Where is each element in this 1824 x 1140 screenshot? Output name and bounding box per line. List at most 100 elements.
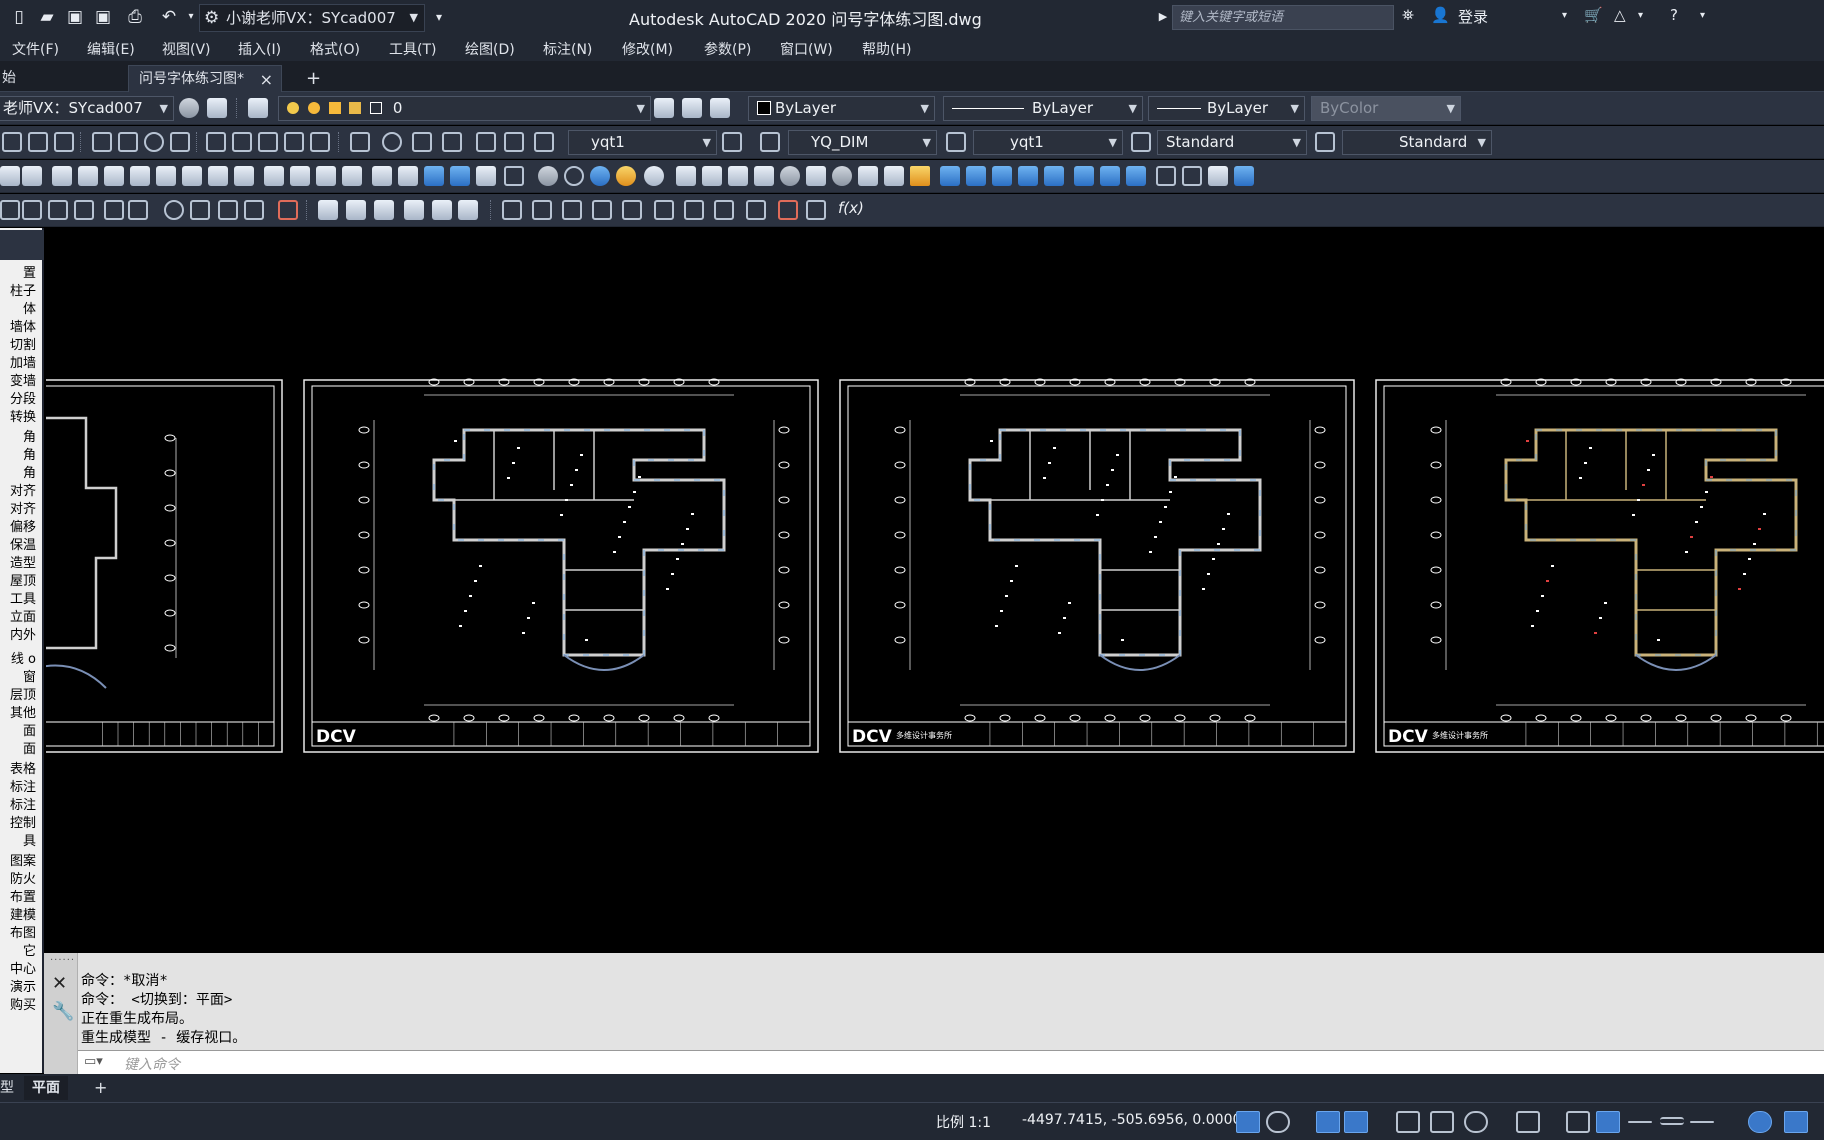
mleader-style-icon[interactable]	[1315, 132, 1335, 152]
angle-icon[interactable]	[170, 132, 190, 152]
separate-icon[interactable]	[316, 166, 336, 186]
object-snap-icon[interactable]	[1344, 1111, 1368, 1133]
customization-icon[interactable]	[1784, 1111, 1808, 1133]
login-dropdown-icon[interactable]: ▾	[1562, 10, 1567, 21]
extrude-icon[interactable]	[940, 166, 960, 186]
concentric-icon[interactable]	[164, 200, 184, 220]
palette-item[interactable]: 表格	[10, 758, 36, 777]
box-solid-icon[interactable]	[702, 166, 722, 186]
3d-rotate-icon[interactable]	[1182, 166, 1202, 186]
palette-item[interactable]: 对齐	[10, 498, 36, 517]
palette-item[interactable]: 体	[23, 298, 36, 317]
dim-continue-icon[interactable]	[258, 132, 278, 152]
shell-icon[interactable]	[342, 166, 362, 186]
center-mark-icon[interactable]	[382, 132, 402, 152]
mleader-style2-dropdown[interactable]: Standard ▼	[1342, 130, 1492, 155]
parameters-manager-icon[interactable]	[806, 200, 826, 220]
sphere-icon[interactable]	[538, 166, 558, 186]
palette-item[interactable]: 变墙	[10, 370, 36, 389]
wedge-icon[interactable]	[728, 166, 748, 186]
sphere-solid-icon[interactable]	[780, 166, 800, 186]
jogged-icon[interactable]	[442, 132, 462, 152]
user-icon[interactable]: 👤	[1431, 6, 1450, 24]
dim-aligned-icon[interactable]	[232, 132, 252, 152]
match-layer-icon[interactable]	[682, 98, 702, 118]
a360-icon[interactable]: △	[1614, 6, 1626, 24]
palette-item[interactable]: 面	[23, 720, 36, 739]
linear-dimension-constraint-icon[interactable]	[502, 200, 522, 220]
dim-style-dropdown[interactable]: YQ_DIM ▼	[788, 130, 937, 155]
menu-window[interactable]: 窗口(W)	[780, 39, 833, 59]
units-icon[interactable]	[1566, 1111, 1590, 1133]
layer-properties-icon[interactable]	[248, 98, 268, 118]
palette-item[interactable]: 窗	[23, 666, 36, 685]
menu-edit[interactable]: 编辑(E)	[87, 39, 135, 59]
perpendicular-icon[interactable]	[128, 200, 148, 220]
constraint-line-icon[interactable]	[0, 200, 20, 220]
hide-constraints-icon[interactable]	[404, 200, 424, 220]
layer-state-manager-icon[interactable]	[207, 98, 227, 118]
equal-icon[interactable]	[244, 200, 264, 220]
spline-icon[interactable]	[28, 132, 48, 152]
dim-ordinate-icon[interactable]	[310, 132, 330, 152]
diameter-constraint-icon[interactable]	[654, 200, 674, 220]
palette-item[interactable]: 控制	[10, 812, 36, 831]
menu-tools[interactable]: 工具(T)	[389, 39, 436, 59]
aligned-constraint-icon[interactable]	[592, 200, 612, 220]
save-icon[interactable]: ▣	[62, 4, 88, 30]
clean-icon[interactable]	[290, 166, 310, 186]
3d-align-icon[interactable]	[1208, 166, 1228, 186]
arc-icon[interactable]	[2, 132, 22, 152]
constraint-settings-icon[interactable]	[432, 200, 452, 220]
helix-icon[interactable]	[884, 166, 904, 186]
menu-modify[interactable]: 修改(M)	[622, 39, 673, 59]
tangent-icon[interactable]	[48, 200, 68, 220]
command-input[interactable]: ▭▾ 键入命令	[78, 1050, 1824, 1074]
3d-move-icon[interactable]	[1156, 166, 1176, 186]
lineweight-dropdown[interactable]: ByLayer ▼	[1148, 96, 1305, 121]
3d-array-icon[interactable]	[1234, 166, 1254, 186]
dim-space-icon[interactable]	[350, 132, 370, 152]
smooth-icon[interactable]	[74, 200, 94, 220]
make-current-layer-icon[interactable]	[654, 98, 674, 118]
close-icon[interactable]: ✕	[52, 973, 67, 994]
polar-tracking-icon[interactable]	[1266, 1111, 1290, 1133]
workspace-dropdown[interactable]: ⚙ 小谢老师VX：SYcad007 ▼	[199, 4, 425, 32]
union-icon[interactable]	[1074, 166, 1094, 186]
palette-item[interactable]: 演示	[10, 976, 36, 995]
constraint-bar-icon[interactable]	[346, 200, 366, 220]
polysolid-icon[interactable]	[676, 166, 696, 186]
radius-constraint-icon[interactable]	[622, 200, 642, 220]
grid-icon[interactable]	[54, 132, 74, 152]
auto-constrain-icon[interactable]	[318, 200, 338, 220]
delete-constraints-icon[interactable]	[458, 200, 478, 220]
selection-cycling-icon[interactable]	[1430, 1111, 1454, 1133]
annotation-monitor-icon[interactable]	[1516, 1111, 1540, 1133]
menu-view[interactable]: 视图(V)	[162, 39, 211, 59]
menu-parametric[interactable]: 参数(P)	[704, 39, 751, 59]
palette-item[interactable]: 图案	[10, 850, 36, 869]
color-edges-icon[interactable]	[234, 166, 254, 186]
horizontal-constraint-icon[interactable]	[532, 200, 552, 220]
save-as-icon[interactable]: ▣	[90, 4, 116, 30]
annotation-scale[interactable]: 比例 1:1	[936, 1112, 991, 1132]
collinear-icon[interactable]	[190, 200, 210, 220]
dim-linear-icon[interactable]	[206, 132, 226, 152]
palette-item[interactable]: 层顶	[10, 684, 36, 703]
palette-item[interactable]: 购买	[10, 994, 36, 1013]
dim-text-edit-icon[interactable]	[504, 132, 524, 152]
palette-item[interactable]: 布置	[10, 886, 36, 905]
dim-edit-icon[interactable]	[476, 132, 496, 152]
text-style-dropdown[interactable]: yqt1 ▼	[568, 130, 717, 155]
move-faces-icon[interactable]	[78, 166, 98, 186]
rotate-faces-icon[interactable]	[156, 166, 176, 186]
angle-constraint-icon[interactable]	[684, 200, 704, 220]
plot-icon[interactable]: ⎙	[122, 4, 148, 30]
material-icon[interactable]	[450, 166, 470, 186]
menu-file[interactable]: 文件(F)	[12, 39, 59, 59]
command-window-grip[interactable]: ······ ✕ 🔧	[44, 953, 78, 1074]
palette-item[interactable]: 具	[23, 830, 36, 849]
palette-item[interactable]: 偏移	[10, 516, 36, 535]
realistic-sphere-icon[interactable]	[616, 166, 636, 186]
add-layout-button[interactable]: +	[86, 1076, 115, 1100]
